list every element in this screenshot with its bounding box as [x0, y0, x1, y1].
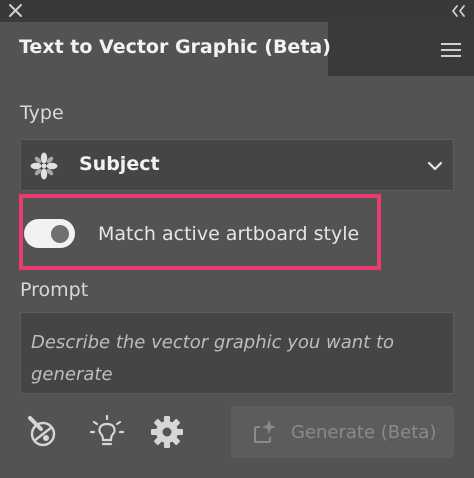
toggle-knob [51, 225, 69, 243]
panel-menu-icon[interactable] [441, 42, 461, 58]
type-dropdown[interactable]: Subject [20, 139, 454, 191]
type-dropdown-value: Subject [79, 153, 160, 175]
panel-tab[interactable]: Text to Vector Graphic (Beta) [0, 22, 331, 76]
subject-icon [30, 152, 58, 180]
chevron-down-icon [427, 161, 443, 171]
type-label: Type [20, 102, 64, 124]
match-artboard-style-label: Match active artboard style [98, 223, 360, 245]
prompt-input[interactable] [20, 312, 454, 394]
generate-button-label: Generate (Beta) [291, 422, 437, 443]
lightbulb-icon[interactable] [89, 414, 125, 450]
panel-title: Text to Vector Graphic (Beta) [19, 36, 331, 58]
generate-button[interactable]: Generate (Beta) [231, 406, 454, 458]
close-icon[interactable] [6, 1, 26, 21]
match-artboard-style-toggle[interactable] [24, 219, 75, 248]
panel-tab-strip: Text to Vector Graphic (Beta) [0, 22, 474, 76]
gear-icon[interactable] [149, 414, 185, 450]
collapse-panel-icon[interactable] [448, 2, 468, 20]
prompt-label: Prompt [20, 279, 89, 301]
panel-top-bar [0, 0, 474, 22]
style-picker-icon[interactable] [26, 414, 62, 450]
generate-sparkle-icon [254, 420, 276, 443]
